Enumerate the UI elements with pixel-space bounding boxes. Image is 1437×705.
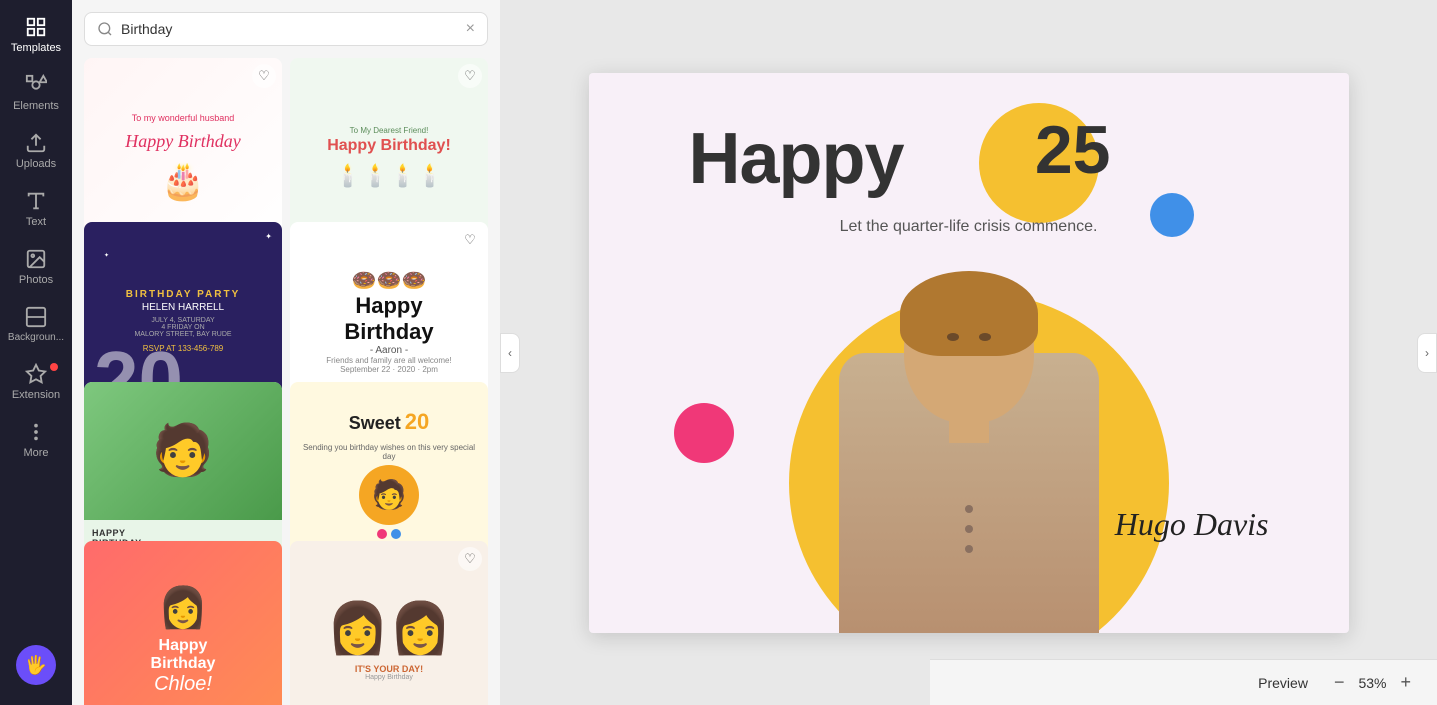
sidebar-item-text[interactable]: Text (4, 182, 68, 236)
zoom-in-button[interactable]: + (1394, 670, 1417, 695)
template-card-3[interactable]: BIRTHDAY PARTY HELEN HARRELL JULY 4, SAT… (84, 222, 282, 420)
photo-icon (25, 248, 47, 270)
heart-icon-8[interactable]: ♡ (458, 547, 482, 571)
search-icon (97, 21, 113, 37)
card2-friend: To My Dearest Friend! (350, 126, 429, 135)
sidebar-item-extension[interactable]: Extension (4, 355, 68, 409)
sidebar-label-background: Backgroun... (8, 332, 64, 343)
person-photo (799, 233, 1139, 633)
sidebar-label-uploads: Uploads (16, 158, 56, 170)
card7-name: Chloe! (154, 673, 212, 696)
upload-icon (25, 132, 47, 154)
card1-subtitle: To my wonderful husband (132, 113, 235, 123)
card3-phone: RSVP AT 133-456-789 (143, 344, 224, 353)
sidebar-label-more: More (23, 447, 48, 459)
candles-row: 🕯️🕯️🕯️🕯️ (334, 163, 444, 189)
card7-photo: 👩 (158, 584, 208, 631)
card3-party: BIRTHDAY PARTY (126, 289, 241, 300)
pink-dot-6 (377, 529, 387, 539)
zoom-controls: − 53% + (1328, 670, 1417, 695)
more-icon (25, 421, 47, 443)
card4-title: HappyBirthday (344, 293, 433, 345)
cake-icon-1: 🎂 (161, 160, 206, 202)
bg-icon (25, 306, 47, 328)
search-clear-button[interactable]: × (466, 21, 475, 37)
grid-icon (25, 16, 47, 38)
search-input[interactable] (121, 21, 458, 37)
pink-circle (674, 403, 734, 463)
card6-twenty: 20 (405, 409, 429, 435)
heart-icon-2[interactable]: ♡ (458, 64, 482, 88)
collapse-panel-button[interactable]: ‹ (500, 333, 520, 373)
card6-sweet: Sweet (349, 413, 401, 434)
card8-photo: 👩👩 (327, 599, 452, 658)
cursor-tool-button[interactable]: 🖐️ (16, 645, 56, 685)
canvas-happy-text: Happy (689, 118, 904, 200)
canvas-name: Hugo Davis (1115, 506, 1269, 543)
sidebar-item-background[interactable]: Backgroun... (4, 298, 68, 351)
card2-title: Happy Birthday! (327, 137, 451, 155)
card8-sub: Happy Birthday (365, 674, 413, 681)
canvas-number: 25 (1035, 111, 1111, 189)
blue-dot-6 (391, 529, 401, 539)
text-icon (25, 190, 47, 212)
card3-name: HELEN HARRELL (142, 302, 224, 313)
sidebar-item-uploads[interactable]: Uploads (4, 124, 68, 178)
shapes-icon (25, 74, 47, 96)
card3-details: JULY 4, SATURDAY4 FRIDAY ONMALORY STREET… (134, 317, 231, 338)
card4-subtitle: Friends and family are all welcome!Septe… (326, 356, 451, 374)
sidebar-item-photos[interactable]: Photos (4, 240, 68, 294)
card6-sending: Sending you birthday wishes on this very… (300, 443, 478, 461)
card4-name: - Aaron - (370, 345, 408, 356)
sidebar-label-extension: Extension (12, 389, 60, 401)
bottom-bar: Preview − 53% + (930, 659, 1437, 705)
expand-panel-button[interactable]: › (1417, 333, 1437, 373)
extension-badge (50, 363, 58, 371)
sidebar-label-text: Text (26, 216, 46, 228)
card6-circle: 🧑 (359, 465, 419, 525)
blue-circle (1150, 193, 1194, 237)
cursor-icon: 🖐️ (25, 655, 47, 676)
sidebar-item-elements[interactable]: Elements (4, 66, 68, 120)
sidebar-item-templates[interactable]: Templates (4, 8, 68, 62)
heart-icon-4[interactable]: ♡ (458, 228, 482, 252)
zoom-out-button[interactable]: − (1328, 670, 1351, 695)
sidebar-item-more[interactable]: More (4, 413, 68, 467)
zoom-level: 53% (1358, 675, 1386, 691)
heart-icon-1[interactable]: ♡ (252, 64, 276, 88)
donuts-row: 🍩🍩🍩 (352, 268, 427, 293)
sidebar-label-elements: Elements (13, 100, 59, 112)
sidebar: Templates Elements Uploads Text Photos (0, 0, 72, 705)
card7-title: HappyBirthday (151, 637, 216, 673)
search-bar: × (84, 12, 488, 46)
card8-text: IT'S YOUR DAY! (355, 664, 423, 674)
canvas-area: ‹ Happy 25 Let the quarter-life crisis c… (500, 0, 1437, 705)
template-panel: × ♡ To my wonderful husband Happy Birthd… (72, 0, 500, 705)
card1-title: Happy Birthday (125, 131, 240, 152)
design-canvas[interactable]: Happy 25 Let the quarter-life crisis com… (589, 73, 1349, 633)
template-grid: ♡ To my wonderful husband Happy Birthday… (72, 58, 500, 705)
preview-button[interactable]: Preview (1250, 671, 1316, 695)
extension-icon (25, 363, 47, 385)
sidebar-label-templates: Templates (11, 42, 61, 54)
sidebar-label-photos: Photos (19, 274, 53, 286)
template-card-8[interactable]: ♡ 👩👩 IT'S YOUR DAY! Happy Birthday (290, 541, 488, 705)
template-card-7[interactable]: 👩 HappyBirthday Chloe! (84, 541, 282, 705)
